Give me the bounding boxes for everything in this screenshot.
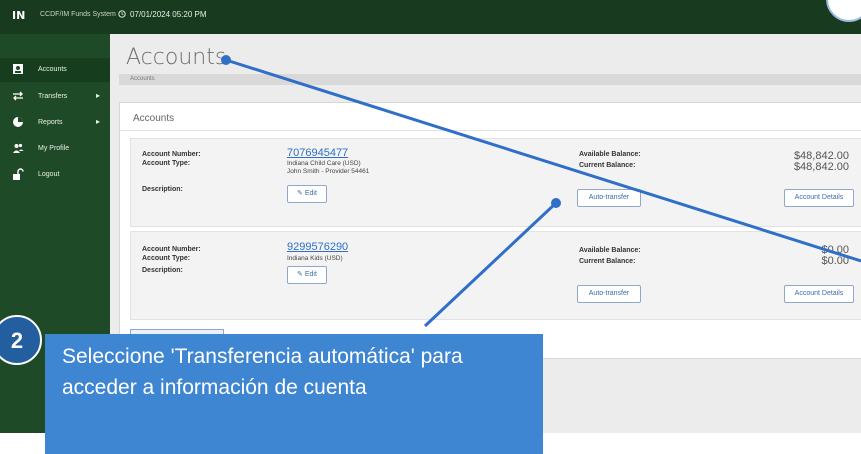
pointer-line-auto-transfer: [423, 201, 558, 328]
pointer-line-title: [225, 58, 861, 263]
callout-text: Seleccione 'Transferencia automática' pa…: [62, 345, 463, 399]
pointer-dot-title: [221, 55, 231, 65]
pointer-dot-auto-transfer: [551, 198, 561, 208]
instruction-callout: Seleccione 'Transferencia automática' pa…: [45, 334, 543, 454]
